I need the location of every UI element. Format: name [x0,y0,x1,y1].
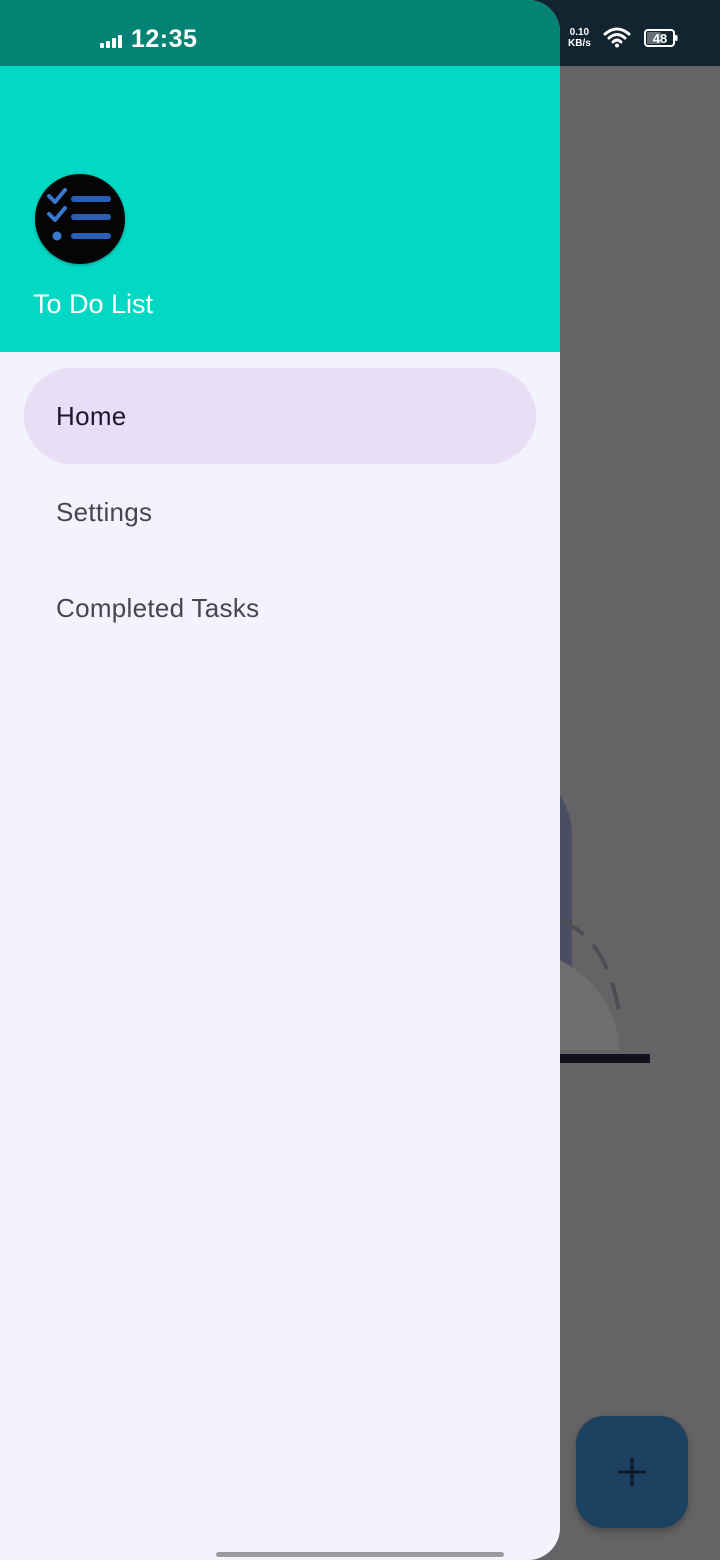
nav-item-label: Completed Tasks [56,592,260,623]
plus-icon [618,1458,646,1486]
nav-item-home[interactable]: Home [24,368,536,464]
checklist-icon [47,188,111,241]
app-name: To Do List [33,289,154,319]
drawer-header: To Do List [0,66,560,352]
gesture-navigation-bar[interactable] [216,1552,504,1557]
nav-item-label: Settings [56,496,153,527]
navigation-drawer: 12:35 To Do List Home Settings Completed… [0,0,560,1560]
add-task-button[interactable] [576,1416,688,1528]
app-logo [35,174,125,264]
nav-item-completed-tasks[interactable]: Completed Tasks [24,560,536,656]
nav-item-settings[interactable]: Settings [24,464,536,560]
nav-item-label: Home [56,400,127,431]
status-bar: 12:35 [0,0,560,66]
signal-icon [100,35,122,48]
status-time: 12:35 [131,25,198,53]
